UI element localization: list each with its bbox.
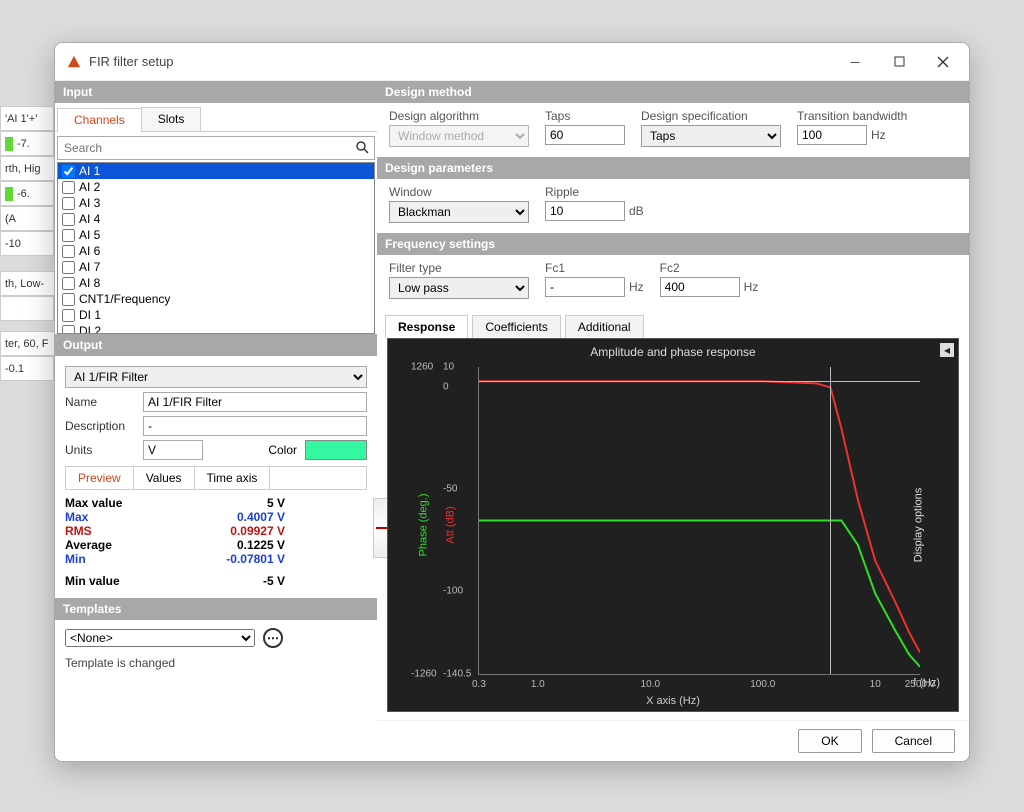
search-icon [355,140,369,157]
template-options-icon[interactable]: ⋯ [263,628,283,648]
app-logo-icon [67,55,81,69]
template-status: Template is changed [55,656,377,680]
color-swatch[interactable] [305,440,367,460]
output-channel-select[interactable]: AI 1/FIR Filter [65,366,367,388]
channel-checkbox[interactable] [62,261,75,274]
channel-checkbox[interactable] [62,325,75,335]
input-section-header: Input [55,81,377,103]
response-chart[interactable]: ◂ Amplitude and phase response Phase (de… [387,338,959,712]
design-spec-select[interactable]: Taps [641,125,781,147]
templates-section-header: Templates [55,598,377,620]
freq-settings-header: Frequency settings [377,233,969,255]
channel-row[interactable]: AI 1 [58,163,374,179]
channel-row[interactable]: DI 2 [58,323,374,334]
channel-row[interactable]: AI 7 [58,259,374,275]
tab-response[interactable]: Response [385,315,468,338]
tab-values[interactable]: Values [134,467,195,489]
maximize-button[interactable] [877,46,921,78]
window-title: FIR filter setup [89,54,833,69]
input-tabs: Channels Slots [55,103,377,132]
channel-row[interactable]: CNT1/Frequency [58,291,374,307]
description-field[interactable] [143,416,367,436]
channel-checkbox[interactable] [62,229,75,242]
ripple-field[interactable] [545,201,625,221]
filter-type-select[interactable]: Low pass [389,277,529,299]
search-input[interactable] [57,136,375,160]
channel-row[interactable]: AI 8 [58,275,374,291]
fir-filter-dialog: FIR filter setup ─ Input Channels Slots … [54,42,970,762]
template-select[interactable]: <None> [65,629,255,647]
transition-bw-field[interactable] [797,125,867,145]
channel-row[interactable]: AI 4 [58,211,374,227]
minimize-button[interactable]: ─ [833,46,877,78]
channel-row[interactable]: AI 3 [58,195,374,211]
name-field[interactable] [143,392,367,412]
tab-additional[interactable]: Additional [565,315,644,338]
tab-coefficients[interactable]: Coefficients [472,315,560,338]
design-method-header: Design method [377,81,969,103]
channel-checkbox[interactable] [62,293,75,306]
titlebar: FIR filter setup ─ [55,43,969,81]
stats-panel: Max value5 V Max0.4007 V RMS0.09927 V Av… [65,496,367,588]
design-params-header: Design parameters [377,157,969,179]
output-tabs: Preview Values Time axis [65,466,367,490]
close-button[interactable] [921,46,965,78]
units-field[interactable] [143,440,203,460]
channel-row[interactable]: DI 1 [58,307,374,323]
channel-checkbox[interactable] [62,309,75,322]
tab-channels[interactable]: Channels [57,108,142,132]
window-select[interactable]: Blackman [389,201,529,223]
output-section-header: Output [55,334,377,356]
channel-row[interactable]: AI 2 [58,179,374,195]
fc1-field[interactable] [545,277,625,297]
channel-checkbox[interactable] [62,245,75,258]
channel-list[interactable]: AI 1AI 2AI 3AI 4AI 5AI 6AI 7AI 8CNT1/Fre… [57,162,375,334]
design-algorithm-select: Window method [389,125,529,147]
channel-checkbox[interactable] [62,181,75,194]
ok-button[interactable]: OK [798,729,861,753]
tab-time-axis[interactable]: Time axis [195,467,271,489]
cancel-button[interactable]: Cancel [872,729,955,753]
fc2-field[interactable] [660,277,740,297]
taps-field[interactable] [545,125,625,145]
channel-checkbox[interactable] [62,165,75,178]
tab-preview[interactable]: Preview [66,467,134,489]
channel-checkbox[interactable] [62,197,75,210]
channel-checkbox[interactable] [62,213,75,226]
tab-slots[interactable]: Slots [141,107,202,131]
response-tabs: Response Coefficients Additional [377,309,969,338]
channel-row[interactable]: AI 5 [58,227,374,243]
channel-row[interactable]: AI 6 [58,243,374,259]
channel-checkbox[interactable] [62,277,75,290]
